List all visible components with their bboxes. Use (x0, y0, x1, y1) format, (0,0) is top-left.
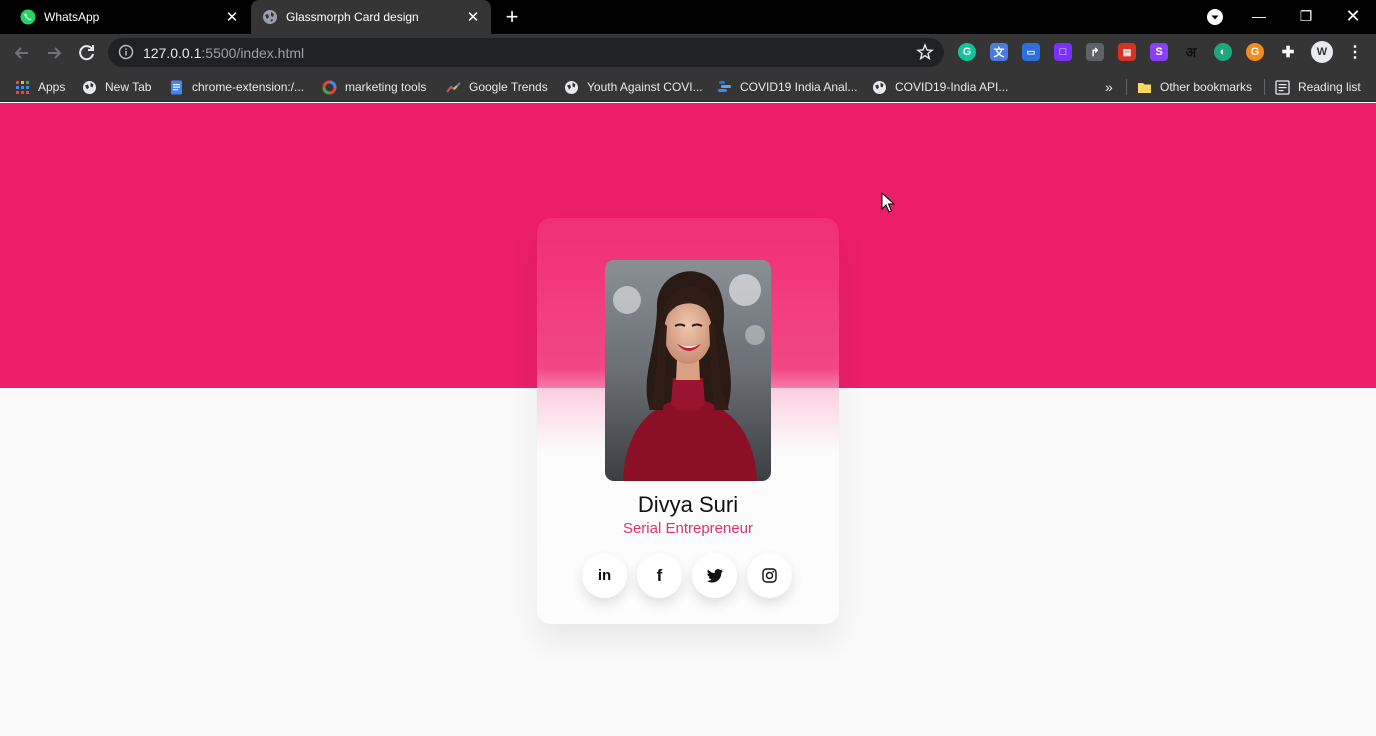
whatsapp-icon (20, 9, 36, 25)
extensions-puzzle-icon[interactable]: ✚ (1279, 43, 1297, 61)
profile-photo (605, 260, 771, 481)
bookmark-covid-india-api[interactable]: COVID19-India API... (872, 78, 1008, 96)
back-icon[interactable] (11, 42, 33, 64)
overflow-chevron-icon: » (1105, 79, 1113, 95)
restore-icon[interactable]: ❐ (1283, 0, 1329, 34)
browser-toolbar: 127.0.0.1:5500/index.html G 文 ▭ □ ↱ ▤ S … (0, 34, 1376, 71)
twitter-button[interactable] (692, 553, 737, 598)
linkedin-icon: in (597, 567, 612, 584)
url-path: :5500/index.html (201, 45, 305, 61)
bookmark-separator (1126, 79, 1127, 95)
apps-grid-icon (16, 80, 29, 94)
bookmarks-bar: Apps New Tab chrome-extension:/... marke… (0, 71, 1376, 102)
tab-label: Glassmorph Card design (286, 10, 419, 24)
bookmark-label: Google Trends (469, 80, 548, 94)
tab-search-icon[interactable] (1206, 8, 1224, 26)
facebook-icon: f (656, 565, 663, 585)
extension-globe-icon[interactable]: ◐ (1214, 43, 1232, 61)
close-tab-icon[interactable]: ✕ (222, 8, 242, 26)
bookmark-chrome-extension[interactable]: chrome-extension:/... (169, 78, 304, 96)
translate-icon[interactable]: 文 (990, 43, 1008, 61)
bookmark-youth-against-covid[interactable]: Youth Against COVI... (564, 78, 703, 96)
facebook-button[interactable]: f (637, 553, 682, 598)
analytics-icon (718, 80, 731, 92)
bookmark-label: Reading list (1298, 80, 1361, 94)
hindi-input-icon[interactable]: अ (1182, 43, 1200, 61)
extension-red-icon[interactable]: ▤ (1118, 43, 1136, 61)
close-tab-icon[interactable]: ✕ (463, 8, 483, 26)
linkedin-button[interactable]: in (582, 553, 627, 598)
tab-strip: WhatsApp ✕ Glassmorph Card design ✕ + — … (0, 0, 1376, 34)
bookmark-marketing-tools[interactable]: marketing tools (322, 78, 426, 96)
extension-puzzle-purple-icon[interactable]: □ (1054, 43, 1072, 61)
doc-icon (171, 80, 182, 94)
bookmark-covid-india-analysis[interactable]: COVID19 India Anal... (717, 78, 857, 96)
tab-glassmorph[interactable]: Glassmorph Card design ✕ (251, 0, 491, 34)
bookmark-google-trends[interactable]: Google Trends (446, 78, 548, 96)
bookmark-label: Other bookmarks (1160, 80, 1253, 94)
instagram-button[interactable] (747, 553, 792, 598)
bookmark-new-tab[interactable]: New Tab (82, 78, 151, 96)
bookmark-label: marketing tools (345, 80, 427, 94)
instagram-icon (762, 568, 777, 583)
bookmark-other[interactable]: Other bookmarks (1137, 78, 1252, 96)
reload-icon[interactable] (76, 42, 98, 64)
reading-list-icon (1275, 79, 1290, 95)
grammarly-icon[interactable]: G (958, 43, 976, 61)
menu-kebab-icon[interactable]: ⋮ (1346, 43, 1364, 61)
tab-whatsapp[interactable]: WhatsApp ✕ (0, 0, 250, 34)
profile-card: Divya Suri Serial Entrepreneur in f (537, 218, 839, 624)
mouse-cursor-icon (881, 192, 895, 213)
url-text: 127.0.0.1:5500/index.html (143, 45, 304, 61)
globe-icon (83, 80, 96, 94)
forward-icon[interactable] (43, 42, 65, 64)
extension-window-icon[interactable]: ▭ (1022, 43, 1040, 61)
google-icon (322, 80, 337, 94)
bookmark-label: New Tab (105, 80, 152, 94)
page-viewport: Divya Suri Serial Entrepreneur in f (0, 103, 1376, 736)
site-info-icon[interactable] (118, 44, 134, 60)
reading-list-button[interactable]: Reading list (1275, 78, 1361, 96)
bookmark-apps[interactable]: Apps (15, 78, 65, 96)
trends-icon (446, 81, 461, 93)
globe-icon (263, 10, 277, 24)
bookmark-label: chrome-extension:/... (192, 80, 305, 94)
bookmark-label: COVID19-India API... (895, 80, 1009, 94)
tab-label: WhatsApp (44, 10, 100, 24)
address-bar[interactable]: 127.0.0.1:5500/index.html (108, 38, 944, 67)
bookmark-label: Apps (38, 80, 66, 94)
url-host: 127.0.0.1 (143, 45, 202, 61)
globe-icon (873, 80, 886, 94)
twitter-icon (706, 568, 723, 582)
minimize-icon[interactable]: — (1236, 0, 1282, 34)
bookmark-label: Youth Against COVI... (587, 80, 703, 94)
extension-orange-icon[interactable]: G (1246, 43, 1264, 61)
bookmarks-overflow-button[interactable]: » (1105, 78, 1113, 96)
bookmark-separator (1264, 79, 1265, 95)
bookmark-star-icon[interactable] (916, 43, 934, 61)
profile-avatar-icon[interactable]: W (1311, 41, 1333, 63)
globe-icon (565, 80, 578, 94)
new-tab-button[interactable]: + (500, 5, 524, 29)
profile-name: Divya Suri (637, 492, 739, 517)
portrait-image (605, 260, 771, 481)
profile-title: Serial Entrepreneur (622, 520, 754, 537)
extension-hook-icon[interactable]: ↱ (1086, 43, 1104, 61)
close-window-icon[interactable]: ✕ (1330, 0, 1376, 34)
bookmark-label: COVID19 India Anal... (740, 80, 858, 94)
folder-icon (1138, 82, 1151, 93)
extension-s-icon[interactable]: S (1150, 43, 1168, 61)
